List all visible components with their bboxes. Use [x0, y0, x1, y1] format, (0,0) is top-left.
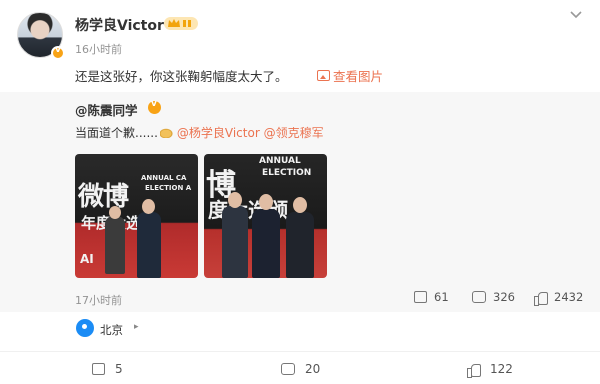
- photo-person-head: [109, 206, 121, 219]
- picture-icon: [317, 70, 330, 81]
- post-text: 还是这张好，你这张鞠躬幅度太大了。: [75, 69, 288, 84]
- view-image-label: 查看图片: [333, 69, 384, 84]
- photo-sign-text: ELECTION: [262, 168, 312, 178]
- photo-person: [252, 209, 280, 278]
- chevron-right-icon[interactable]: ▸: [134, 322, 139, 332]
- verified-badge-icon: [51, 45, 65, 60]
- share-button[interactable]: 5: [92, 362, 123, 376]
- chevron-down-icon[interactable]: [569, 10, 583, 20]
- photo-sign-text: 微博: [78, 182, 129, 212]
- comment-button[interactable]: 20: [281, 362, 320, 376]
- thumbs-up-icon: [467, 363, 481, 378]
- repost-comment-count: 326: [493, 290, 515, 304]
- like-count: 122: [490, 362, 513, 376]
- photo-person: [137, 212, 161, 278]
- location-pin-icon[interactable]: [76, 319, 94, 337]
- vip-crown-icon[interactable]: [164, 16, 198, 31]
- repost-author[interactable]: @陈震同学: [75, 100, 138, 119]
- author-name[interactable]: 杨学良Victor: [75, 15, 164, 35]
- photo-person-head: [142, 199, 155, 214]
- photo-sign-text: AI: [80, 252, 94, 266]
- location-label[interactable]: 北京: [100, 322, 123, 338]
- repost-photo-1[interactable]: 微博 ANNUAL CA ELECTION A 年度大选颁 AI: [75, 154, 198, 278]
- photo-sign-text: ANNUAL: [259, 156, 301, 166]
- photo-person: [222, 206, 248, 278]
- repost-text: 当面道个歉...... @杨学良Victor @领克穆军: [75, 124, 324, 141]
- photo-person-head: [228, 192, 242, 208]
- comment-icon: [472, 291, 486, 303]
- repost-photo-2[interactable]: 博 ANNUAL ELECTION 度大选颁: [204, 154, 327, 278]
- mention-link[interactable]: @领克穆军: [264, 126, 324, 140]
- photo-person-head: [293, 197, 307, 213]
- divider: [0, 351, 600, 352]
- view-image-link[interactable]: 查看图片: [317, 66, 383, 85]
- comment-count: 20: [305, 362, 321, 376]
- share-icon: [92, 363, 105, 375]
- mention-link[interactable]: @杨学良Victor: [177, 126, 260, 140]
- thumbs-up-icon: [534, 291, 548, 306]
- share-count: 5: [115, 362, 123, 376]
- photo-person-head: [259, 194, 273, 210]
- repost-card[interactable]: @陈震同学 当面道个歉...... @杨学良Victor @领克穆军 微博 ANN…: [0, 92, 600, 312]
- repost-time[interactable]: 17小时前: [75, 292, 122, 308]
- photo-sign-text: ELECTION A: [145, 184, 192, 192]
- photo-sign-text: ANNUAL CA: [141, 174, 187, 182]
- photo-person: [286, 212, 314, 278]
- like-button[interactable]: 122: [467, 362, 513, 378]
- repost-like-count: 2432: [554, 290, 584, 304]
- photo-person: [105, 216, 125, 274]
- repost-comment-button[interactable]: 326: [472, 290, 515, 304]
- pray-hands-icon: [159, 127, 175, 138]
- post-time[interactable]: 16小时前: [75, 41, 122, 57]
- repost-text-body: 当面道个歉......: [75, 126, 158, 140]
- repost-share-count: 61: [434, 290, 449, 304]
- share-icon: [414, 291, 427, 303]
- comment-icon: [281, 363, 295, 375]
- repost-like-button[interactable]: 2432: [534, 290, 584, 306]
- repost-share-button[interactable]: 61: [414, 290, 449, 304]
- verified-badge-icon: [148, 99, 161, 114]
